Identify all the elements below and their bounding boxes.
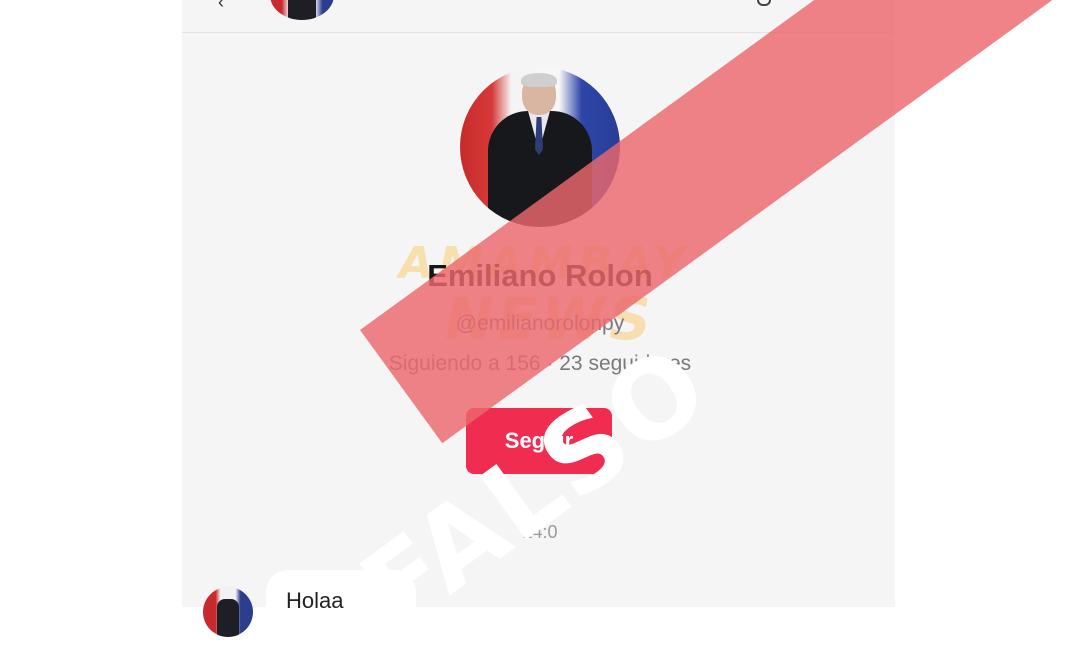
back-arrow-icon[interactable]: ‹ bbox=[218, 0, 230, 12]
message-text: Holaa bbox=[286, 588, 344, 613]
message-sender-avatar[interactable] bbox=[203, 587, 253, 637]
